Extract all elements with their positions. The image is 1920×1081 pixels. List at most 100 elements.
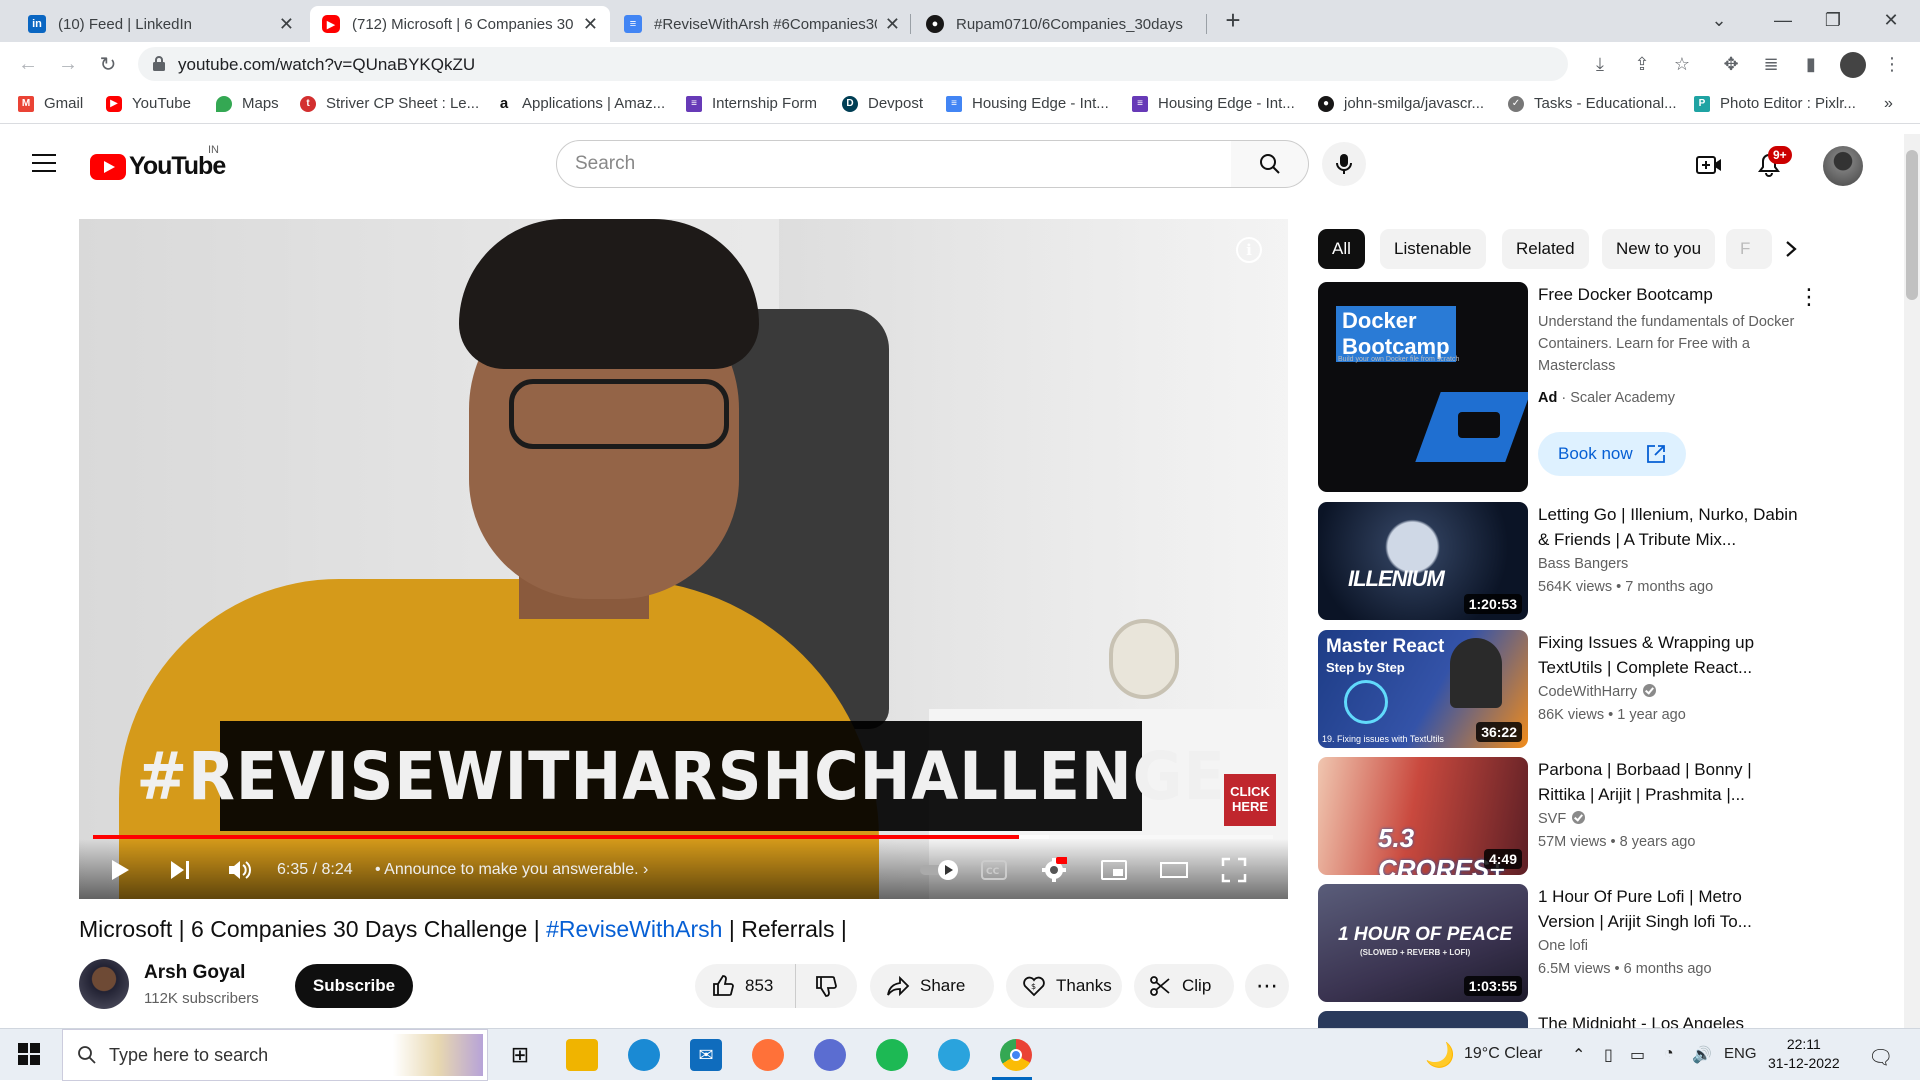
like-button[interactable]: 853: [695, 964, 795, 1008]
firefox-icon[interactable]: [752, 1039, 784, 1071]
install-icon[interactable]: ⤓: [1588, 52, 1612, 76]
bookmark-star-icon[interactable]: ☆: [1670, 52, 1694, 76]
book-now-button[interactable]: Book now: [1538, 432, 1686, 476]
bookmark-internship-form[interactable]: ≡ Internship Form: [686, 95, 817, 112]
recommendation-item[interactable]: 5.3 CRORES+ 4:49 Parbona | Borbaad | Bon…: [1318, 757, 1818, 875]
restore-button[interactable]: ❐: [1808, 0, 1858, 40]
chrome-menu-icon[interactable]: ⋮: [1880, 52, 1904, 76]
hashtag-link[interactable]: #ReviseWithArsh: [546, 916, 722, 942]
autoplay-toggle[interactable]: [917, 853, 963, 887]
bookmark-pixlr[interactable]: P Photo Editor : Pixlr...: [1694, 95, 1856, 112]
chip-new-to-you[interactable]: New to you: [1602, 229, 1716, 269]
bookmark-tasks[interactable]: ✓ Tasks - Educational...: [1508, 95, 1677, 112]
tab-linkedin[interactable]: in (10) Feed | LinkedIn ✕: [16, 6, 306, 42]
volume-button[interactable]: [223, 853, 257, 887]
bookmark-housing-edge-form[interactable]: ≡ Housing Edge - Int...: [1132, 95, 1295, 112]
create-video-button[interactable]: [1694, 150, 1724, 180]
app-icon[interactable]: [814, 1039, 846, 1071]
bookmark-youtube[interactable]: ▶ YouTube: [106, 95, 191, 112]
voice-search-button[interactable]: [1322, 142, 1366, 186]
recommendation-item[interactable]: 1 HOUR OF PEACE (SLOWED + REVERB + LOFI)…: [1318, 884, 1818, 1002]
scrollbar-thumb[interactable]: [1906, 150, 1918, 300]
edge-icon[interactable]: [628, 1039, 660, 1071]
channel-name[interactable]: One lofi: [1538, 938, 1588, 954]
minimize-button[interactable]: —: [1758, 0, 1808, 40]
side-panel-icon[interactable]: ▮: [1799, 52, 1823, 76]
channel-avatar[interactable]: [79, 959, 129, 1009]
tab-youtube[interactable]: ▶ (712) Microsoft | 6 Companies 30 ✕: [310, 6, 610, 42]
click-here-card[interactable]: CLICK HERE: [1224, 774, 1276, 826]
volume-icon[interactable]: 🔊: [1692, 1045, 1712, 1065]
channel-name[interactable]: Arsh Goyal: [144, 962, 245, 984]
reading-list-icon[interactable]: ≣: [1759, 52, 1783, 76]
back-icon[interactable]: ←: [14, 50, 42, 78]
search-button[interactable]: [1231, 140, 1309, 188]
device-icon[interactable]: ▯: [1604, 1045, 1613, 1065]
bookmark-housing-edge-doc[interactable]: ≡ Housing Edge - Int...: [946, 95, 1109, 112]
share-icon[interactable]: ⇪: [1630, 52, 1654, 76]
wifi-icon[interactable]: ◔: [1664, 1045, 1674, 1063]
video-thumbnail[interactable]: 1 HOUR OF PEACE (SLOWED + REVERB + LOFI)…: [1318, 884, 1528, 1002]
recommendation-item[interactable]: ILLENIUM 1:20:53 Letting Go | Illenium, …: [1318, 502, 1818, 620]
weather-text[interactable]: 19°C Clear: [1464, 1045, 1542, 1063]
chip-listenable[interactable]: Listenable: [1380, 229, 1486, 269]
reload-icon[interactable]: ↻: [94, 50, 122, 78]
thanks-button[interactable]: $ Thanks: [1006, 964, 1122, 1008]
chip-all[interactable]: All: [1318, 229, 1365, 269]
bookmark-maps[interactable]: Maps: [216, 95, 279, 112]
battery-icon[interactable]: ▭: [1630, 1045, 1645, 1065]
video-thumbnail[interactable]: Master React Step by Step 19. Fixing iss…: [1318, 630, 1528, 748]
chrome-icon[interactable]: [1000, 1039, 1032, 1071]
channel-name[interactable]: CodeWithHarry: [1538, 684, 1657, 700]
close-icon[interactable]: ✕: [583, 14, 598, 35]
video-thumbnail[interactable]: [1318, 1011, 1528, 1028]
video-thumbnail[interactable]: 5.3 CRORES+ 4:49: [1318, 757, 1528, 875]
account-avatar[interactable]: [1823, 146, 1863, 186]
ad-card[interactable]: Docker Bootcamp Build your own Docker fi…: [1318, 282, 1820, 492]
tab-google-doc[interactable]: ≡ #ReviseWithArsh #6Companies30 ✕: [612, 6, 912, 42]
tray-overflow-icon[interactable]: ⌃: [1572, 1045, 1585, 1065]
clip-button[interactable]: Clip: [1134, 964, 1234, 1008]
tab-github[interactable]: ● Rupam0710/6Companies_30days: [914, 6, 1214, 42]
more-actions-button[interactable]: ⋯: [1245, 964, 1289, 1008]
theater-mode-button[interactable]: [1157, 853, 1191, 887]
bookmark-devpost[interactable]: D Devpost: [842, 95, 923, 112]
task-view-icon[interactable]: ⊞: [504, 1039, 536, 1071]
spotify-icon[interactable]: [876, 1039, 908, 1071]
chevron-right-icon[interactable]: [1776, 234, 1806, 264]
subscribe-button[interactable]: Subscribe: [295, 964, 413, 1008]
bookmarks-overflow-icon[interactable]: »: [1884, 95, 1893, 113]
fullscreen-button[interactable]: [1217, 853, 1251, 887]
windows-start-icon[interactable]: [18, 1043, 40, 1070]
extensions-icon[interactable]: ✥: [1719, 52, 1743, 76]
channel-name[interactable]: SVF: [1538, 811, 1586, 827]
miniplayer-button[interactable]: [1097, 853, 1131, 887]
chip-partial[interactable]: F: [1726, 229, 1772, 269]
video-player[interactable]: #REVISEWITHARSHCHALLENGE CLICK HERE i 6:…: [79, 219, 1288, 899]
close-icon[interactable]: ✕: [885, 14, 900, 35]
new-tab-button[interactable]: +: [1208, 0, 1258, 40]
chip-related[interactable]: Related: [1502, 229, 1589, 269]
language-indicator[interactable]: ENG: [1724, 1045, 1757, 1062]
next-button[interactable]: [163, 853, 197, 887]
taskbar-search-input[interactable]: Type here to search: [62, 1029, 488, 1081]
video-thumbnail[interactable]: ILLENIUM 1:20:53: [1318, 502, 1528, 620]
dislike-button[interactable]: [795, 964, 857, 1008]
recommendation-item[interactable]: The Midnight - Los Angeles: [1318, 1011, 1818, 1028]
youtube-logo[interactable]: YouTube: [90, 152, 226, 181]
tab-search-button[interactable]: ⌄: [1694, 0, 1744, 40]
share-button[interactable]: Share: [870, 964, 994, 1008]
profile-avatar[interactable]: [1840, 52, 1866, 78]
notifications-icon[interactable]: 🗨: [1868, 1045, 1893, 1070]
ad-thumbnail[interactable]: Docker Bootcamp Build your own Docker fi…: [1318, 282, 1528, 492]
bookmark-striver[interactable]: t Striver CP Sheet : Le...: [300, 95, 479, 112]
file-explorer-icon[interactable]: [566, 1039, 598, 1071]
channel-name[interactable]: Bass Bangers: [1538, 556, 1628, 572]
search-input[interactable]: Search: [556, 140, 1232, 188]
settings-button[interactable]: [1037, 853, 1071, 887]
bookmark-github[interactable]: ● john-smilga/javascr...: [1318, 95, 1484, 112]
forward-icon[interactable]: →: [54, 50, 82, 78]
close-icon[interactable]: ✕: [279, 14, 294, 35]
mail-icon[interactable]: ✉: [690, 1039, 722, 1071]
menu-icon[interactable]: [32, 154, 56, 172]
